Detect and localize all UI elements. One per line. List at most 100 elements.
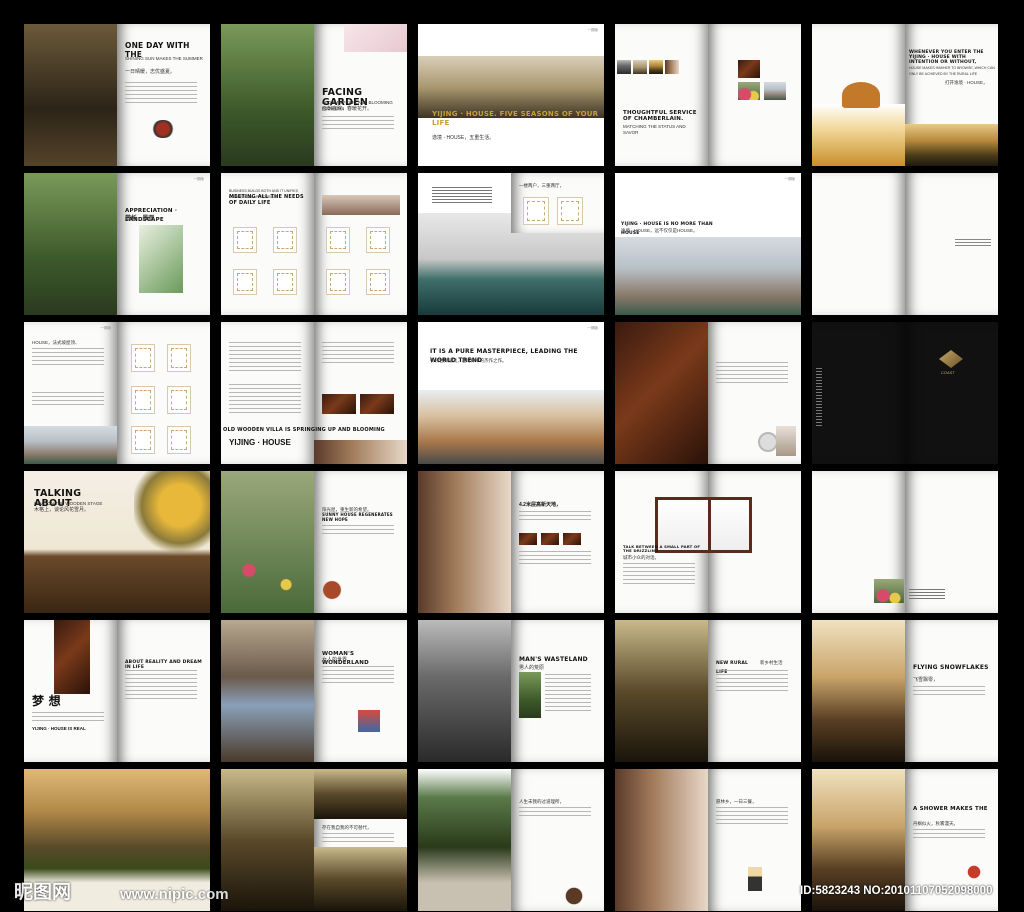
spread-10-small-text — [955, 239, 991, 247]
autumn-tree-photo — [134, 471, 210, 557]
spread-11-left-page: 一期版 HOUSE，法式坡屋顶、 — [24, 322, 117, 464]
interior-photo-1 — [322, 394, 356, 414]
spread-12-body-text-2 — [229, 384, 301, 414]
spread-21-subtitle: YIJING · HOUSE IS REAL — [32, 726, 86, 731]
spread-3-title: YIJING · HOUSE. FIVE SEASONS OF YOUR LIF… — [432, 110, 599, 127]
villa-plan-2 — [167, 344, 191, 372]
spread-11-header-mark: 一期版 — [100, 326, 112, 330]
spread-23-left-page — [418, 620, 511, 762]
spread-13-subtitle: 引领世界潮流，是纯粹中的杰作之作。 — [430, 358, 507, 363]
spread-25: FLYING SNOWFLAKES 飞雪飘零， — [812, 620, 998, 762]
spread-6-header-mark: 一期版 — [193, 177, 205, 181]
image-id-watermark: ID:5823243 NO:20101107052098000 — [800, 885, 993, 897]
spread-17-left-page — [221, 471, 314, 613]
spread-21-body-text-2 — [125, 670, 197, 700]
spread-15: COAST — [812, 322, 998, 464]
tree-house-photo — [24, 24, 117, 166]
spread-8-subtitle: 一楼两户，三重两厅， — [519, 183, 564, 188]
red-peppers-photo — [961, 865, 987, 879]
spread-14 — [615, 322, 801, 464]
spread-25-left-page — [812, 620, 905, 762]
spread-23: MAN'S WASTELAND 男人的荒原 — [418, 620, 604, 762]
spread-12-body-text-3 — [322, 342, 394, 366]
spread-5-right-page: WHENEVER YOU ENTER THE YIJING · HOUSE WI… — [905, 24, 998, 166]
spread-5-subtitle: 打开逸境 · HOUSE， — [945, 80, 988, 85]
spread-10 — [812, 173, 998, 315]
spread-24-body-text — [716, 670, 788, 694]
spread-21-body-text — [32, 712, 104, 722]
spread-14-right-page — [708, 322, 801, 464]
spread-9: YIJING · HOUSE IS NO MORE THAN HOUSE 逸境 … — [615, 173, 801, 315]
spread-8-right-page: 一楼两户，三重两厅， — [511, 173, 604, 233]
spread-2-right-page: 一期版 FACING GARDEN BLOOM SPRING AND BLOOM… — [314, 24, 407, 166]
spread-24-left-page — [615, 620, 708, 762]
room-thumb-3 — [563, 533, 581, 545]
spread-12: YIJING · HOUSE OLD WOODEN VILLA IS SPRIN… — [221, 322, 407, 464]
spread-21: 梦 想 YIJING · HOUSE IS REAL ABOUT REALITY… — [24, 620, 210, 762]
spread-2-subtitle: 面朝庭院，春暖花开。 — [322, 106, 373, 112]
spread-22-right-page: WOMAN'S WONDERLAND 女人的世界 — [314, 620, 407, 762]
spread-12-body-text — [229, 342, 301, 372]
spread-19-body-text — [623, 563, 695, 585]
spread-28-body-text — [519, 807, 591, 819]
spread-4-right-page — [708, 24, 801, 166]
service-photo-7 — [764, 82, 786, 100]
townhouse-photo — [24, 426, 117, 464]
spread-19-right-page — [708, 471, 801, 613]
spread-6-left-page — [24, 173, 117, 315]
spread-23-right-page: MAN'S WASTELAND 男人的荒原 — [511, 620, 604, 762]
spread-2-body-text — [322, 116, 394, 130]
spread-12-right-page — [314, 322, 407, 464]
spread-18-subtitle: 4.2米层高新天地， — [519, 502, 561, 508]
apartment-plan-2 — [557, 197, 583, 225]
aerial-landscape-photo — [24, 173, 117, 315]
spread-27-body-text — [322, 833, 394, 843]
teapot-cups-photo — [559, 887, 589, 905]
spread-7: BUSINESS BUILDS BOTH AND IT UNIFIES COMM… — [221, 173, 407, 315]
spread-13-header-mark: 一期版 — [587, 326, 599, 330]
spread-28-right-page: 人生未我的过道理所， — [511, 769, 604, 911]
spread-28-subtitle: 人生未我的过道理所， — [519, 799, 564, 804]
spread-18: 4.2米层高新天地， — [418, 471, 604, 613]
wheat-field-photo — [905, 124, 998, 166]
spread-11-subtitle: HOUSE，法式坡屋顶、 — [32, 340, 80, 345]
spread-6-subtitle: 赏析 · 景观 — [125, 216, 155, 222]
spread-20 — [812, 471, 998, 613]
spread-19-left-page: TALK BETWEEN A SMALL PART OF THE DRIZZLI… — [615, 471, 708, 613]
villa-plan-5 — [131, 426, 155, 454]
cart-wheel-flowers-photo — [615, 620, 708, 762]
spread-5-caption: HOUSE MAKES HIM/HER TO BROWSE, WHICH CAN… — [909, 66, 995, 76]
spread-5: WHENEVER YOU ENTER THE YIJING · HOUSE WI… — [812, 24, 998, 166]
nipic-watermark-url: www.nipic.com — [120, 886, 229, 903]
woman-with-hat-photo — [221, 620, 314, 762]
table-lamp-photo — [748, 867, 762, 891]
spread-24-subtitle: 新乡村生活 — [760, 660, 783, 665]
spread-24-right-page: NEW RURAL LIFE 新乡村生活 — [708, 620, 801, 762]
spread-4-caption: MATCHING THE STATUS AND SAVOR — [623, 124, 686, 135]
spread-18-body-text-2 — [519, 551, 591, 565]
floor-plan-4 — [273, 269, 297, 295]
spread-1-subtitle: 一日晴暖，志优盛夏。 — [125, 69, 176, 75]
spread-19: TALK BETWEEN A SMALL PART OF THE DRIZZLI… — [615, 471, 801, 613]
spread-1-left-page — [24, 24, 117, 166]
cobblestone-street-photo — [418, 620, 511, 762]
luxury-interior-photo — [615, 322, 708, 464]
spread-29-right-page: 愿林乡，一日三餐， — [708, 769, 801, 911]
spread-1: ONE DAY WITH THE SHINING SUN MAKES THE S… — [24, 24, 210, 166]
straw-hat-fence-photo — [812, 104, 905, 166]
spread-27-subtitle: 存在我自我的不可替代， — [322, 825, 372, 830]
spread-8-heading-lines — [432, 187, 492, 203]
porch-columns-photo — [418, 471, 511, 613]
villa-plan-6 — [167, 426, 191, 454]
sunny-garden-photo — [221, 471, 314, 613]
spread-15-right-page: COAST — [905, 322, 998, 464]
spread-10-left-page — [812, 173, 905, 315]
spread-23-title: MAN'S WASTELAND — [519, 656, 588, 663]
spread-29-left-page — [615, 769, 708, 911]
floor-plan-7 — [326, 269, 350, 295]
spread-6-right-page: 一期版 APPRECIATION · LANDSCAPE 赏析 · 景观 — [117, 173, 210, 315]
service-photo-6 — [738, 82, 760, 100]
spread-1-right-page: ONE DAY WITH THE SHINING SUN MAKES THE S… — [117, 24, 210, 166]
spread-28: 人生未我的过道理所， — [418, 769, 604, 911]
service-photo-1 — [617, 60, 631, 74]
